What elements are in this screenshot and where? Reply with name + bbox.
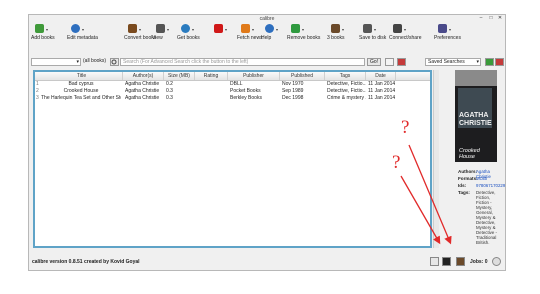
annotation-arrow [400,175,441,245]
annotation-arrow [408,144,452,245]
annotation-arrows [400,144,452,245]
